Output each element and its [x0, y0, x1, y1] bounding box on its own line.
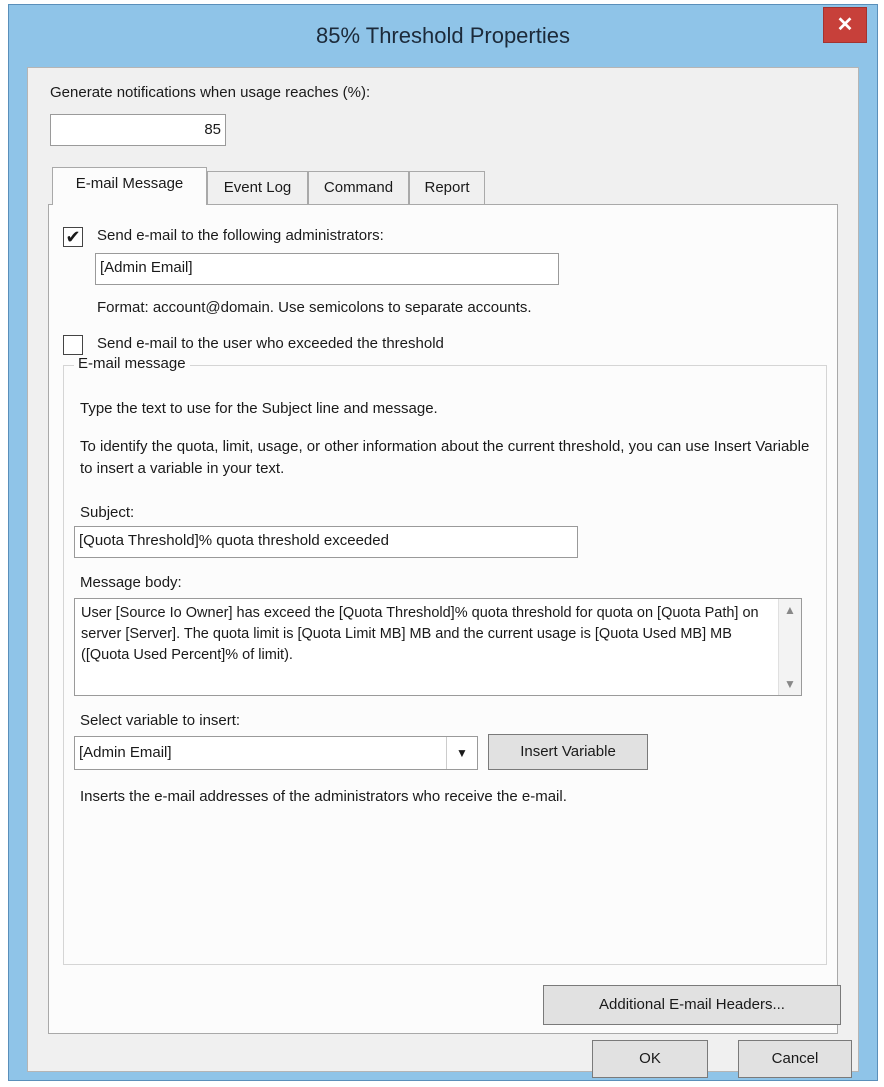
scroll-down-icon[interactable]: ▼	[779, 677, 801, 691]
format-hint: Format: account@domain. Use semicolons t…	[97, 299, 532, 316]
ok-button[interactable]: OK	[592, 1040, 708, 1078]
scroll-up-icon[interactable]: ▲	[779, 603, 801, 617]
send-admin-label: Send e-mail to the following administrat…	[97, 227, 384, 244]
variable-instructions: To identify the quota, limit, usage, or …	[80, 438, 810, 477]
variable-select[interactable]: [Admin Email]	[74, 736, 478, 770]
variable-select-value: [Admin Email]	[79, 744, 172, 761]
email-message-group: E-mail message Type the text to use for …	[63, 355, 827, 965]
select-variable-label: Select variable to insert:	[80, 712, 241, 729]
threshold-input[interactable]: 85	[50, 114, 226, 146]
subject-label: Subject:	[80, 504, 135, 521]
tab-command[interactable]: Command	[308, 171, 409, 205]
chevron-down-icon[interactable]: ▼	[446, 737, 477, 769]
send-user-checkbox[interactable]	[63, 335, 83, 355]
dialog-client-area: Generate notifications when usage reache…	[27, 67, 859, 1078]
tab-event-log[interactable]: Event Log	[207, 171, 308, 205]
variable-description: Inserts the e-mail addresses of the admi…	[80, 788, 567, 805]
message-body-label: Message body:	[80, 574, 182, 591]
message-body-field[interactable]: User [Source Io Owner] has exceed the [Q…	[74, 598, 802, 696]
tab-email-message[interactable]: E-mail Message	[52, 167, 207, 205]
window-title: 85% Threshold Properties	[316, 23, 570, 48]
tab-report[interactable]: Report	[409, 171, 485, 205]
send-admin-checkbox[interactable]: ✔	[63, 227, 83, 247]
send-user-label: Send e-mail to the user who exceeded the…	[97, 335, 444, 352]
intro-text: Type the text to use for the Subject lin…	[80, 400, 438, 417]
admin-email-field[interactable]: [Admin Email]	[95, 253, 559, 285]
insert-variable-button[interactable]: Insert Variable	[488, 734, 648, 770]
email-message-group-label: E-mail message	[74, 355, 190, 372]
dialog-window: 85% Threshold Properties ✕ Generate noti…	[8, 4, 878, 1081]
cancel-button[interactable]: Cancel	[738, 1040, 852, 1078]
message-body-text: User [Source Io Owner] has exceed the [Q…	[81, 605, 759, 663]
close-icon[interactable]: ✕	[823, 7, 867, 43]
email-tab-panel: ✔ Send e-mail to the following administr…	[48, 204, 841, 1034]
title-bar: 85% Threshold Properties ✕	[9, 5, 877, 67]
message-body-scrollbar[interactable]: ▲ ▼	[778, 599, 801, 695]
threshold-label: Generate notifications when usage reache…	[50, 84, 371, 101]
additional-email-headers-button[interactable]: Additional E-mail Headers...	[543, 985, 841, 1025]
subject-field[interactable]: [Quota Threshold]% quota threshold excee…	[74, 526, 578, 558]
